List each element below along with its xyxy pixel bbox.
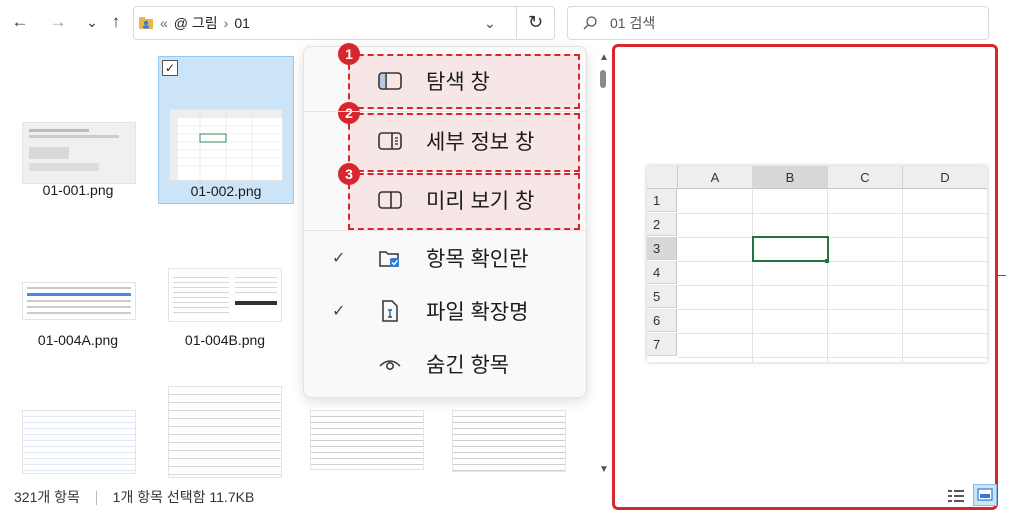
- breadcrumb-pictures[interactable]: @ 그림: [174, 13, 218, 33]
- file-name: 01-002.png: [190, 183, 262, 199]
- up-button[interactable]: ↑: [104, 10, 128, 34]
- file-extension-icon: [376, 297, 404, 325]
- menu-item-hidden-items[interactable]: 숨긴 항목: [304, 342, 586, 386]
- menu-item-label: 숨긴 항목: [426, 354, 510, 377]
- row-header: 6: [647, 309, 677, 332]
- status-divider: [95, 491, 97, 506]
- item-count: 321개 항목: [14, 489, 80, 505]
- file-thumbnail[interactable]: [22, 410, 136, 474]
- forward-button[interactable]: →: [46, 10, 70, 34]
- back-button[interactable]: ←: [8, 10, 32, 34]
- row-header: 5: [647, 285, 677, 308]
- row-header: 1: [647, 189, 677, 212]
- row-header: 3: [647, 237, 677, 260]
- item-checkbox[interactable]: ✓: [162, 60, 178, 76]
- status-bar: 321개 항목 1개 항목 선택함 11.7KB: [14, 487, 254, 507]
- row-header: 2: [647, 213, 677, 236]
- address-overflow[interactable]: «: [160, 15, 168, 31]
- item-checkbox-icon: [376, 244, 404, 272]
- menu-item-label: 미리 보기 창: [426, 190, 535, 213]
- row-header: 4: [647, 261, 677, 284]
- file-item[interactable]: 01-001.png: [8, 56, 148, 204]
- file-list-scrollbar[interactable]: ▲ ▼: [596, 46, 612, 484]
- show-menu: 1 2 3 탐색 창 세부 정보 창 미리 보기 창 ✓ 항목 확인란 ✓ 파일…: [303, 43, 587, 398]
- menu-item-navigation-pane[interactable]: 탐색 창: [304, 59, 586, 103]
- file-thumbnail: [169, 109, 283, 181]
- file-item[interactable]: 01-004B.png: [158, 256, 292, 356]
- breadcrumb-01[interactable]: 01: [234, 15, 250, 31]
- menu-item-details-pane[interactable]: 세부 정보 창: [304, 119, 586, 163]
- search-box[interactable]: 01 검색: [567, 6, 989, 40]
- file-thumbnail: [22, 282, 136, 320]
- menu-item-label: 세부 정보 창: [426, 131, 535, 154]
- breadcrumb-separator: ›: [223, 15, 229, 31]
- selection-info: 1개 항목 선택함 11.7KB: [112, 489, 255, 505]
- file-item-selected[interactable]: ✓ 01-002.png: [158, 56, 294, 204]
- row-header: 7: [647, 333, 677, 356]
- menu-item-label: 탐색 창: [426, 71, 490, 94]
- column-header: B: [753, 166, 828, 189]
- navigation-pane-icon: [376, 67, 404, 95]
- menu-item-label: 파일 확장명: [426, 301, 529, 324]
- menu-divider: [304, 111, 586, 112]
- checkmark-icon: ✓: [332, 303, 346, 320]
- grid-lines: [678, 189, 987, 362]
- address-dropdown-button[interactable]: ⌄: [484, 15, 496, 32]
- search-icon: [582, 15, 598, 31]
- address-bar[interactable]: « @ 그림 › 01 ⌄: [133, 6, 555, 40]
- folder-user-icon: [138, 15, 154, 31]
- large-icons-view-button[interactable]: [973, 484, 997, 506]
- preview-edge-tick: [998, 275, 1006, 276]
- menu-item-label: 항목 확인란: [426, 248, 529, 271]
- menu-item-preview-pane[interactable]: 미리 보기 창: [304, 178, 586, 222]
- scroll-down-arrow[interactable]: ▼: [599, 464, 609, 475]
- hidden-items-icon: [376, 350, 404, 378]
- column-header: C: [828, 166, 903, 189]
- file-thumbnail[interactable]: [310, 410, 424, 470]
- file-name: 01-004B.png: [184, 332, 266, 348]
- column-header: D: [903, 166, 987, 189]
- details-view-button[interactable]: [947, 488, 965, 504]
- details-pane-icon: [376, 127, 404, 155]
- scroll-up-arrow[interactable]: ▲: [599, 52, 609, 63]
- checkmark-icon: ✓: [332, 250, 346, 267]
- file-thumbnail[interactable]: [452, 410, 566, 472]
- preview-pane-icon: [376, 186, 404, 214]
- preview-image: A B C D 1 2 3 4 5 6 7: [647, 166, 987, 362]
- file-thumbnail[interactable]: [168, 386, 282, 478]
- search-placeholder: 01 검색: [610, 15, 656, 31]
- column-header: A: [678, 166, 753, 189]
- scroll-thumb[interactable]: [600, 70, 606, 88]
- menu-divider: [304, 230, 586, 231]
- file-thumbnail: [168, 268, 282, 322]
- file-item[interactable]: 01-004A.png: [8, 256, 148, 356]
- file-name: 01-004A.png: [37, 332, 119, 348]
- file-thumbnail: [22, 122, 136, 184]
- recent-locations-button[interactable]: ⌄: [80, 10, 104, 34]
- menu-item-item-checkboxes[interactable]: ✓ 항목 확인란: [304, 236, 586, 280]
- menu-item-file-extensions[interactable]: ✓ 파일 확장명: [304, 289, 586, 333]
- refresh-button[interactable]: ↻: [516, 6, 554, 38]
- file-name: 01-001.png: [42, 182, 114, 198]
